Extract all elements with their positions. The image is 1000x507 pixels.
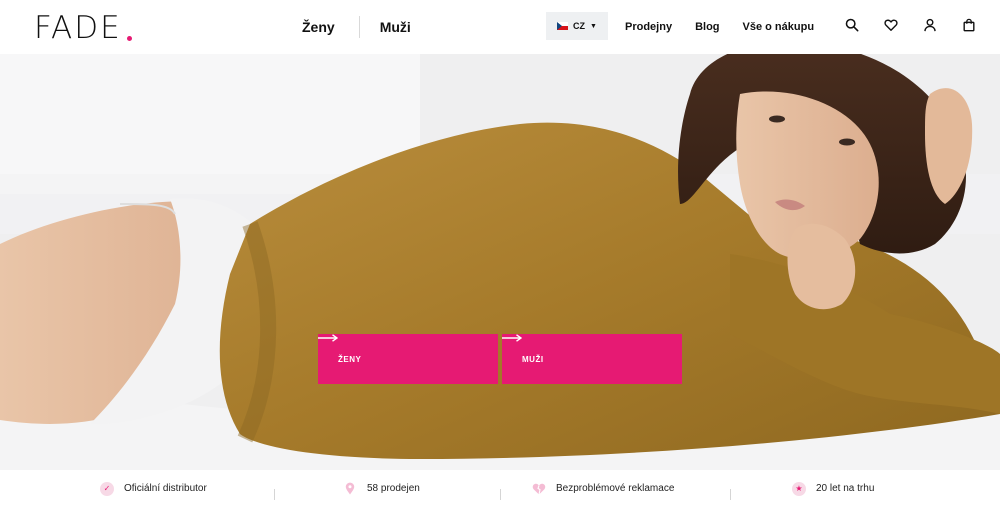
- arrow-right-icon: [318, 334, 338, 342]
- search-icon[interactable]: [845, 18, 859, 32]
- benefit-years: ★ 20 let na trhu: [792, 470, 874, 507]
- benefit-label: 58 prodejen: [367, 483, 420, 494]
- arrow-right-icon: [502, 334, 522, 342]
- heart-icon[interactable]: [884, 18, 898, 32]
- benefits-bar: ✓ Oficiální distributor 58 prodejen Bezp…: [0, 470, 1000, 507]
- benefit-complaints[interactable]: Bezproblémové reklamace: [532, 470, 674, 507]
- site-header: FADE Ženy Muži CZ ▼ Prodejny Blog Vše o …: [0, 0, 1000, 54]
- caret-down-icon: ▼: [590, 22, 597, 30]
- map-pin-icon: [343, 482, 357, 496]
- star-icon: ★: [792, 481, 806, 496]
- benefit-divider: [730, 489, 731, 500]
- shop-women-button[interactable]: ŽENY: [318, 334, 498, 384]
- logo-dot: [126, 36, 132, 41]
- nav-link-zeny[interactable]: Ženy: [302, 19, 335, 35]
- fade-logo[interactable]: FADE: [34, 8, 132, 44]
- hero-banner: ŽENY MUŽI: [0, 54, 1000, 470]
- hero-image: [0, 54, 1000, 470]
- header-icons: [845, 18, 976, 32]
- shop-women-label: ŽENY: [338, 354, 362, 364]
- nav-link-muzi[interactable]: Muži: [380, 19, 411, 35]
- benefit-label: 20 let na trhu: [816, 483, 875, 494]
- nav-link-vse-o-nakupu[interactable]: Vše o nákupu: [743, 21, 815, 33]
- nav-link-blog[interactable]: Blog: [695, 21, 719, 33]
- benefit-label: Oficiální distributor: [124, 483, 207, 494]
- benefit-divider: [500, 489, 501, 500]
- user-icon[interactable]: [923, 18, 937, 32]
- nav-divider: [358, 16, 360, 38]
- shopping-bag-icon[interactable]: [962, 18, 976, 32]
- czech-flag-icon: [557, 22, 569, 30]
- shop-men-label: MUŽI: [522, 354, 544, 364]
- check-icon: ✓: [100, 481, 114, 496]
- language-selector[interactable]: CZ ▼: [546, 12, 608, 40]
- benefit-official-distributor: ✓ Oficiální distributor: [100, 470, 207, 507]
- benefit-divider: [274, 489, 275, 500]
- benefit-label: Bezproblémové reklamace: [556, 483, 675, 494]
- utility-nav: Prodejny Blog Vše o nákupu: [625, 0, 837, 54]
- language-code: CZ: [573, 21, 586, 31]
- benefit-stores[interactable]: 58 prodejen: [343, 470, 420, 507]
- nav-link-prodejny[interactable]: Prodejny: [625, 21, 672, 33]
- broken-heart-icon: [532, 482, 546, 496]
- shop-men-button[interactable]: MUŽI: [502, 334, 682, 384]
- gender-nav: Ženy Muži: [302, 0, 411, 54]
- logo-text: FADE: [34, 10, 122, 46]
